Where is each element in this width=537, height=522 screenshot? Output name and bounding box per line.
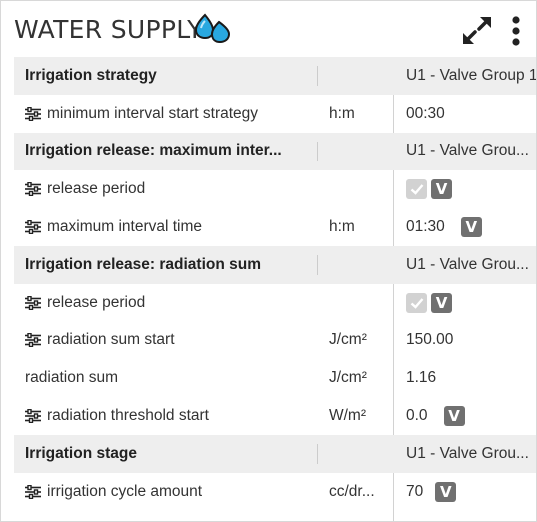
- name-text: release period: [47, 180, 146, 198]
- parameter-name[interactable]: release period: [25, 170, 325, 208]
- value-text: U1 - Valve Grou...: [406, 444, 529, 462]
- parameter-name[interactable]: radiation sum start: [25, 322, 325, 360]
- parameter-value[interactable]: V: [406, 170, 536, 208]
- parameter-row: radiation sum J/cm² 1.16: [14, 359, 536, 397]
- group-title: Irrigation release: maximum inter...: [25, 133, 325, 171]
- valve-group-label: U1 - Valve Grou...: [406, 435, 536, 473]
- settings-sliders-icon[interactable]: [25, 484, 41, 499]
- name-text: radiation threshold start: [47, 407, 209, 425]
- water-drops-icon: [195, 13, 231, 44]
- name-text: Irrigation strategy: [25, 66, 157, 84]
- parameter-value[interactable]: 00:30: [406, 95, 536, 133]
- column-divider: [317, 141, 318, 162]
- parameter-unit: [329, 435, 401, 473]
- parameter-value[interactable]: 150.00: [406, 322, 536, 360]
- settings-sliders-icon[interactable]: [25, 220, 41, 235]
- settings-sliders-icon[interactable]: [25, 106, 41, 121]
- value-text: U1 - Valve Grou...: [406, 255, 529, 273]
- settings-sliders-icon[interactable]: [25, 295, 41, 310]
- name-text: minimum interval start strategy: [47, 104, 259, 122]
- settings-sliders-icon[interactable]: [25, 409, 41, 424]
- check-icon[interactable]: [406, 292, 427, 313]
- parameter-name: radiation sum: [25, 359, 325, 397]
- name-text: radiation sum start: [47, 331, 175, 349]
- parameter-unit: W/m²: [329, 407, 367, 425]
- valve-group-label: U1 - Valve Group 1: [406, 57, 536, 95]
- parameter-name[interactable]: release period: [25, 284, 325, 322]
- name-text: release period: [47, 293, 146, 311]
- parameter-unit: h:m: [329, 104, 355, 122]
- v-badge[interactable]: V: [435, 481, 457, 502]
- parameter-row: release period V: [14, 170, 536, 208]
- parameter-name[interactable]: radiation threshold start: [25, 397, 325, 435]
- panel-title: WATER SUPPLY: [14, 15, 203, 44]
- settings-sliders-icon[interactable]: [25, 182, 41, 197]
- parameter-unit: [329, 57, 401, 95]
- parameter-name[interactable]: maximum interval time: [25, 208, 325, 246]
- valve-group-label: U1 - Valve Grou...: [406, 133, 536, 171]
- group-row: Irrigation release: maximum inter... U1 -…: [14, 132, 536, 171]
- name-text: Irrigation release: radiation sum: [25, 255, 262, 273]
- value-text: U1 - Valve Grou...: [406, 142, 529, 160]
- group-row: Irrigation stage U1 - Valve Grou...: [14, 434, 536, 473]
- group-title: Irrigation strategy: [25, 57, 325, 95]
- parameter-row: radiation threshold start W/m² 0.0 V: [14, 397, 536, 435]
- parameter-value[interactable]: 70 V: [406, 473, 536, 511]
- parameter-table: Irrigation strategy U1 - Valve Group 1 min…: [14, 57, 536, 511]
- value-text: U1 - Valve Group 1: [406, 66, 536, 84]
- parameter-value[interactable]: 01:30 V: [406, 208, 536, 246]
- parameter-value[interactable]: V: [406, 284, 536, 322]
- panel-header: WATER SUPPLY: [1, 1, 536, 57]
- v-badge[interactable]: V: [431, 292, 452, 313]
- parameter-unit: [329, 284, 401, 322]
- value-text: 70: [406, 482, 424, 500]
- parameter-row: release period V: [14, 284, 536, 322]
- name-text: maximum interval time: [47, 218, 203, 236]
- value-text: 1.16: [406, 369, 437, 387]
- water-supply-panel: WATER SUPPLY Irrigation strategy U1 - Val…: [0, 0, 537, 522]
- valve-group-label: U1 - Valve Grou...: [406, 246, 536, 284]
- value-text: 01:30: [406, 218, 445, 236]
- name-text: radiation sum: [25, 369, 119, 387]
- v-badge[interactable]: V: [460, 217, 482, 238]
- group-title: Irrigation release: radiation sum: [25, 246, 325, 284]
- parameter-name[interactable]: irrigation cycle amount: [25, 473, 325, 511]
- parameter-unit: cc/dr...: [329, 482, 375, 500]
- parameter-row: irrigation cycle amount cc/dr... 70 V: [14, 473, 536, 511]
- column-divider: [317, 66, 318, 86]
- column-divider: [317, 443, 318, 464]
- value-text: 150.00: [406, 331, 454, 349]
- name-text: Irrigation release: maximum inter...: [25, 142, 282, 160]
- column-divider: [317, 254, 318, 275]
- parameter-unit: [329, 170, 401, 208]
- parameter-name[interactable]: minimum interval start strategy: [25, 95, 325, 133]
- parameter-row: minimum interval start strategy h:m 00:30: [14, 95, 536, 133]
- v-badge[interactable]: V: [431, 179, 452, 200]
- value-text: 00:30: [406, 104, 445, 122]
- name-text: Irrigation stage: [25, 444, 137, 462]
- name-text: irrigation cycle amount: [47, 482, 203, 500]
- parameter-unit: [329, 246, 401, 284]
- parameter-row: maximum interval time h:m 01:30 V: [14, 208, 536, 246]
- parameter-row: radiation sum start J/cm² 150.00: [14, 322, 536, 360]
- group-row: Irrigation strategy U1 - Valve Group 1: [14, 57, 536, 95]
- group-title: Irrigation stage: [25, 435, 325, 473]
- parameter-unit: h:m: [329, 218, 355, 236]
- settings-sliders-icon[interactable]: [25, 333, 41, 348]
- v-badge[interactable]: V: [443, 406, 465, 427]
- parameter-unit: [329, 133, 401, 171]
- parameter-value[interactable]: 0.0 V: [406, 397, 536, 435]
- parameter-unit: J/cm²: [329, 331, 367, 349]
- expand-arrows-icon[interactable]: [461, 16, 493, 46]
- check-icon[interactable]: [406, 179, 427, 200]
- parameter-unit: J/cm²: [329, 369, 367, 387]
- group-row: Irrigation release: radiation sum U1 - Va…: [14, 245, 536, 284]
- more-vertical-icon[interactable]: [506, 15, 526, 47]
- value-text: 0.0: [406, 407, 428, 425]
- parameter-value[interactable]: 1.16: [406, 359, 536, 397]
